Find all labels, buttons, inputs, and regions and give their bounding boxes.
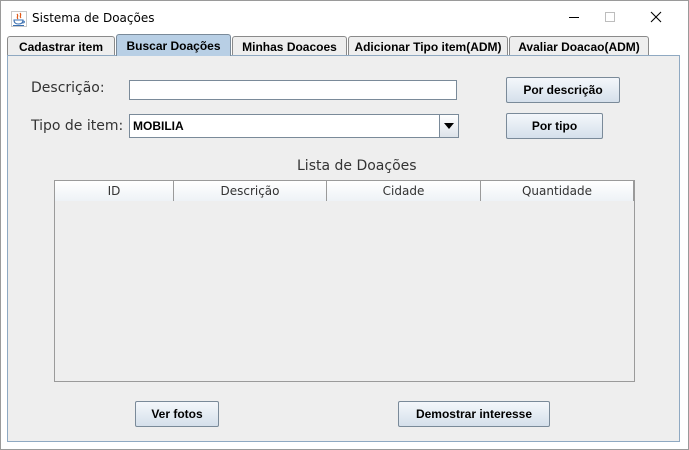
show-interest-button[interactable]: Demostrar interesse bbox=[398, 401, 550, 427]
tab-label: Cadastrar item bbox=[18, 39, 104, 54]
close-button[interactable] bbox=[633, 1, 679, 32]
table-title: Lista de Doações bbox=[297, 158, 417, 174]
button-label: Demostrar interesse bbox=[415, 407, 533, 421]
table-body[interactable] bbox=[55, 202, 634, 381]
tab-label: Buscar Doações bbox=[126, 38, 221, 53]
column-header-descricao[interactable]: Descrição bbox=[174, 181, 327, 201]
search-by-description-button[interactable]: Por descrição bbox=[506, 77, 620, 103]
search-by-type-button[interactable]: Por tipo bbox=[506, 113, 603, 139]
app-window: Sistema de Doações Cadastrar item Buscar… bbox=[0, 0, 689, 450]
column-header-label: Quantidade bbox=[521, 184, 593, 198]
title-bar[interactable]: Sistema de Doações bbox=[1, 1, 688, 32]
maximize-button[interactable] bbox=[587, 1, 633, 32]
tab-cadastrar-item[interactable]: Cadastrar item bbox=[7, 36, 115, 56]
button-label: Por tipo bbox=[531, 119, 578, 133]
button-label: Ver fotos bbox=[151, 407, 203, 421]
window-title: Sistema de Doações bbox=[32, 11, 155, 25]
minimize-icon bbox=[569, 16, 579, 18]
tab-label: Adicionar Tipo item(ADM) bbox=[354, 39, 502, 54]
maximize-icon bbox=[605, 11, 615, 22]
column-header-quantidade[interactable]: Quantidade bbox=[481, 181, 634, 201]
tab-minhas-doacoes[interactable]: Minhas Doacoes bbox=[232, 36, 347, 56]
tab-buscar-doacoes[interactable]: Buscar Doações bbox=[116, 34, 231, 56]
tab-label: Avaliar Doacao(ADM) bbox=[518, 39, 640, 54]
description-input[interactable] bbox=[129, 80, 457, 100]
tab-label: Minhas Doacoes bbox=[242, 39, 337, 54]
view-photos-button[interactable]: Ver fotos bbox=[135, 401, 219, 427]
tab-adicionar-tipo-item[interactable]: Adicionar Tipo item(ADM) bbox=[348, 36, 508, 56]
item-type-selected-value: MOBILIA bbox=[133, 119, 184, 133]
table-header: ID Descrição Cidade Quantidade bbox=[55, 181, 634, 201]
chevron-down-icon bbox=[444, 123, 454, 129]
column-header-cidade[interactable]: Cidade bbox=[327, 181, 481, 201]
donations-table[interactable]: ID Descrição Cidade Quantidade bbox=[54, 180, 635, 382]
column-header-id[interactable]: ID bbox=[55, 181, 174, 201]
tab-content-buscar-doacoes: Descrição: Por descrição Tipo de item: M… bbox=[7, 55, 680, 442]
dropdown-arrow-button[interactable] bbox=[439, 115, 458, 137]
button-label: Por descrição bbox=[523, 83, 603, 97]
description-label: Descrição: bbox=[31, 80, 105, 96]
tab-avaliar-doacao[interactable]: Avaliar Doacao(ADM) bbox=[509, 36, 649, 56]
close-icon bbox=[650, 11, 662, 22]
column-header-label: Cidade bbox=[382, 184, 425, 198]
item-type-label: Tipo de item: bbox=[31, 118, 124, 134]
java-icon bbox=[11, 11, 27, 27]
tab-bar: Cadastrar item Buscar Doações Minhas Doa… bbox=[7, 34, 680, 56]
item-type-select[interactable]: MOBILIA bbox=[129, 114, 459, 138]
column-header-label: ID bbox=[107, 184, 121, 198]
column-header-label: Descrição bbox=[220, 184, 280, 198]
